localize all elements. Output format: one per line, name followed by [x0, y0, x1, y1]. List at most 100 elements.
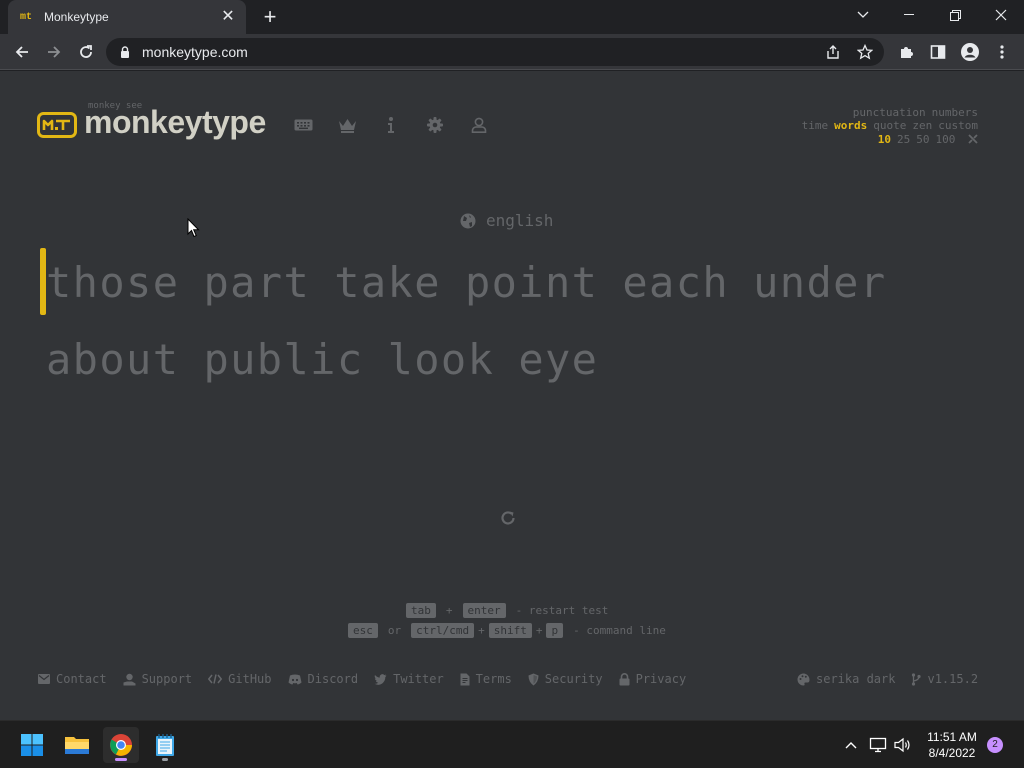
footer-security-link[interactable]: Security [528, 672, 603, 686]
config-mode-zen[interactable]: zen [912, 119, 932, 132]
tab-search-chevron-icon[interactable] [840, 0, 886, 30]
word: about [46, 335, 180, 384]
custom-count-tools-icon[interactable] [968, 133, 978, 146]
monkeytype-page: monkey see monkeytype punctuation numbers… [0, 71, 1024, 720]
footer-link-label: Contact [56, 672, 107, 686]
word: public [203, 335, 364, 384]
volume-icon[interactable] [893, 735, 913, 755]
forward-button[interactable] [40, 38, 68, 66]
words-line-1[interactable]: those part take point each under [46, 258, 911, 307]
footer-link-label: GitHub [228, 672, 272, 686]
bookmark-star-icon[interactable] [856, 43, 874, 61]
config-mode-custom[interactable]: custom [938, 119, 978, 132]
chrome-menu-icon[interactable] [988, 38, 1016, 66]
footer-terms-link[interactable]: Terms [460, 672, 512, 686]
restart-test-icon[interactable] [498, 508, 518, 528]
words-line-2[interactable]: about public look eye [46, 335, 622, 384]
gear-icon[interactable] [425, 116, 445, 134]
globe-icon [460, 213, 476, 228]
version-text: v1.15.2 [927, 672, 979, 686]
footer-contact-link[interactable]: Contact [38, 672, 107, 686]
key-esc: esc [348, 623, 378, 638]
user-icon[interactable] [469, 116, 489, 134]
browser-tab-strip: mt Monkeytype ✕ + [0, 0, 1024, 34]
restart-hint: tab + enter - restart test [402, 603, 614, 618]
config-count-25[interactable]: 25 [897, 133, 910, 146]
config-mode-words[interactable]: words [834, 119, 867, 132]
side-panel-icon[interactable] [924, 38, 952, 66]
mouse-pointer-icon [187, 218, 200, 238]
footer-privacy-link[interactable]: Privacy [619, 672, 686, 686]
browser-tab[interactable]: mt Monkeytype ✕ [8, 0, 246, 34]
config-count-10[interactable]: 10 [878, 133, 891, 146]
keyboard-icon[interactable] [293, 116, 313, 134]
word: point [464, 258, 599, 307]
close-window-button[interactable] [978, 0, 1024, 30]
theme-name: serika dark [816, 672, 896, 686]
language-button[interactable]: english [460, 211, 553, 230]
envelope-icon [38, 674, 50, 684]
code-branch-icon [911, 672, 922, 686]
config-row-modifiers: punctuation numbers [847, 106, 978, 119]
restore-button[interactable] [932, 0, 978, 30]
windows-start-icon[interactable] [14, 727, 50, 763]
profile-icon[interactable] [956, 38, 984, 66]
chrome-taskbar-icon[interactable] [103, 727, 139, 763]
network-icon[interactable] [868, 735, 888, 755]
taskbar-clock[interactable]: 11:51 AM 8/4/2022 [920, 729, 984, 761]
word: those [46, 258, 180, 307]
notification-badge[interactable]: 2 [987, 737, 1003, 753]
share-icon[interactable] [824, 43, 842, 61]
config-count-50[interactable]: 50 [916, 133, 929, 146]
config-row-mode: time words quote zen custom [796, 119, 978, 132]
footer-link-label: Terms [475, 672, 512, 686]
key-p: p [546, 623, 564, 638]
key-tab: tab [406, 603, 436, 618]
info-icon[interactable] [381, 116, 401, 134]
config-punctuation[interactable]: punctuation [853, 106, 926, 119]
footer-github-link[interactable]: GitHub [208, 672, 272, 686]
footer-twitter-link[interactable]: Twitter [374, 672, 444, 686]
footer-link-label: Discord [307, 672, 359, 686]
discord-icon [288, 674, 302, 685]
code-icon [208, 674, 223, 684]
notepad-icon[interactable] [147, 727, 183, 763]
command-line-hint: esc or ctrl/cmd + shift + p - command li… [344, 623, 672, 638]
back-button[interactable] [8, 38, 36, 66]
version-button[interactable]: v1.15.2 [911, 672, 978, 686]
theme-button[interactable]: serika dark [797, 672, 895, 686]
url-text[interactable]: monkeytype.com [142, 44, 248, 60]
plus-sign: + [478, 624, 485, 637]
new-tab-button[interactable]: + [258, 6, 282, 28]
reload-button[interactable] [72, 38, 100, 66]
key-ctrl-cmd: ctrl/cmd [411, 623, 475, 638]
command-line-hint-text: - command line [573, 624, 666, 637]
config-count-100[interactable]: 100 [936, 133, 956, 146]
extensions-puzzle-icon[interactable] [892, 38, 920, 66]
or-text: or [387, 624, 402, 637]
tab-title: Monkeytype [44, 10, 109, 24]
footer-support-link[interactable]: Support [123, 672, 192, 686]
address-bar[interactable]: monkeytype.com [106, 38, 884, 66]
show-hidden-icons-chevron-icon[interactable] [841, 735, 861, 755]
browser-toolbar: monkeytype.com [0, 34, 1024, 70]
tab-close-icon[interactable]: ✕ [220, 9, 236, 25]
plus-sign: + [445, 604, 453, 617]
clock-date: 8/4/2022 [928, 746, 976, 760]
config-mode-time[interactable]: time [802, 119, 829, 132]
file-explorer-icon[interactable] [59, 727, 95, 763]
crown-icon[interactable] [337, 116, 357, 134]
logo-text[interactable]: monkeytype [84, 104, 266, 141]
plus-sign: + [535, 624, 543, 637]
config-row-count: 10 25 50 100 [872, 133, 978, 146]
config-mode-quote[interactable]: quote [873, 119, 906, 132]
lock-icon[interactable] [118, 45, 132, 59]
config-numbers[interactable]: numbers [932, 106, 978, 119]
minimize-button[interactable] [886, 0, 932, 30]
file-contract-icon [460, 673, 470, 686]
footer-links: Contact Support GitHub Discord Twitter T… [38, 672, 702, 686]
monkeytype-logo-icon[interactable] [37, 112, 77, 138]
footer-discord-link[interactable]: Discord [288, 672, 359, 686]
restart-hint-text: - restart test [515, 604, 609, 617]
footer-right: serika dark v1.15.2 [797, 672, 978, 686]
